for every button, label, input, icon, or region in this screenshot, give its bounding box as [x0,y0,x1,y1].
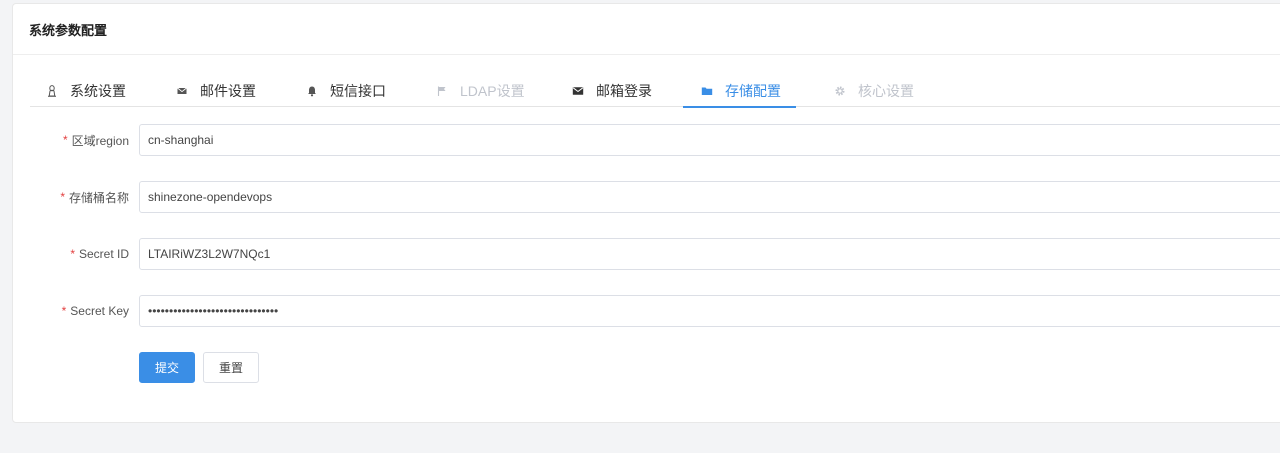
required-mark: * [60,190,65,204]
region-label: * 区域region [62,133,129,148]
tab-storage-config[interactable]: 存储配置 [683,74,796,108]
tab-label: 核心设置 [858,82,914,99]
config-card: 系统参数配置 系统设置 邮件设置 短信接口 LDAP设置 邮箱登录 存储配置 核… [12,3,1280,423]
required-mark: * [62,133,68,147]
tab-sms-interface[interactable]: 短信接口 [305,74,386,107]
folder-icon [700,84,714,98]
required-mark: * [61,304,67,318]
settings-tabs: 系统设置 邮件设置 短信接口 LDAP设置 邮箱登录 存储配置 核心设置 [30,74,1280,108]
tab-label: 邮箱登录 [596,82,652,99]
tab-label: LDAP设置 [460,82,525,99]
tab-ldap-settings[interactable]: LDAP设置 [435,74,525,107]
page-title: 系统参数配置 [29,22,108,38]
tab-label: 存储配置 [725,82,781,99]
required-mark: * [70,247,75,261]
secret-id-input[interactable] [139,238,1280,270]
tab-system-settings[interactable]: 系统设置 [45,74,126,107]
card-header: 系统参数配置 [13,4,1280,55]
tab-label: 短信接口 [330,82,386,99]
mail-icon [175,84,189,98]
reset-button[interactable]: 重置 [203,352,259,383]
gear-icon [833,84,847,98]
form-row-region: * 区域region [13,124,1280,156]
bell-icon [305,84,319,98]
form-row-secret-key: * Secret Key [13,295,1280,327]
tab-mail-settings[interactable]: 邮件设置 [175,74,256,107]
tab-mailbox-login[interactable]: 邮箱登录 [571,74,652,107]
tab-label: 系统设置 [70,82,126,99]
form-row-bucket: * 存储桶名称 [13,181,1280,213]
flag-icon [435,84,449,98]
tab-core-settings[interactable]: 核心设置 [833,74,914,107]
region-input[interactable] [139,124,1280,156]
submit-button[interactable]: 提交 [139,352,195,383]
form-row-secret-id: * Secret ID [13,238,1280,270]
envelope-icon [571,84,585,98]
tab-label: 邮件设置 [200,82,256,99]
bucket-name-label: * 存储桶名称 [60,190,129,205]
secret-id-label: * Secret ID [70,247,129,261]
secret-key-input[interactable] [139,295,1280,327]
bucket-name-input[interactable] [139,181,1280,213]
secret-key-label: * Secret Key [61,304,129,318]
linux-icon [45,84,59,98]
